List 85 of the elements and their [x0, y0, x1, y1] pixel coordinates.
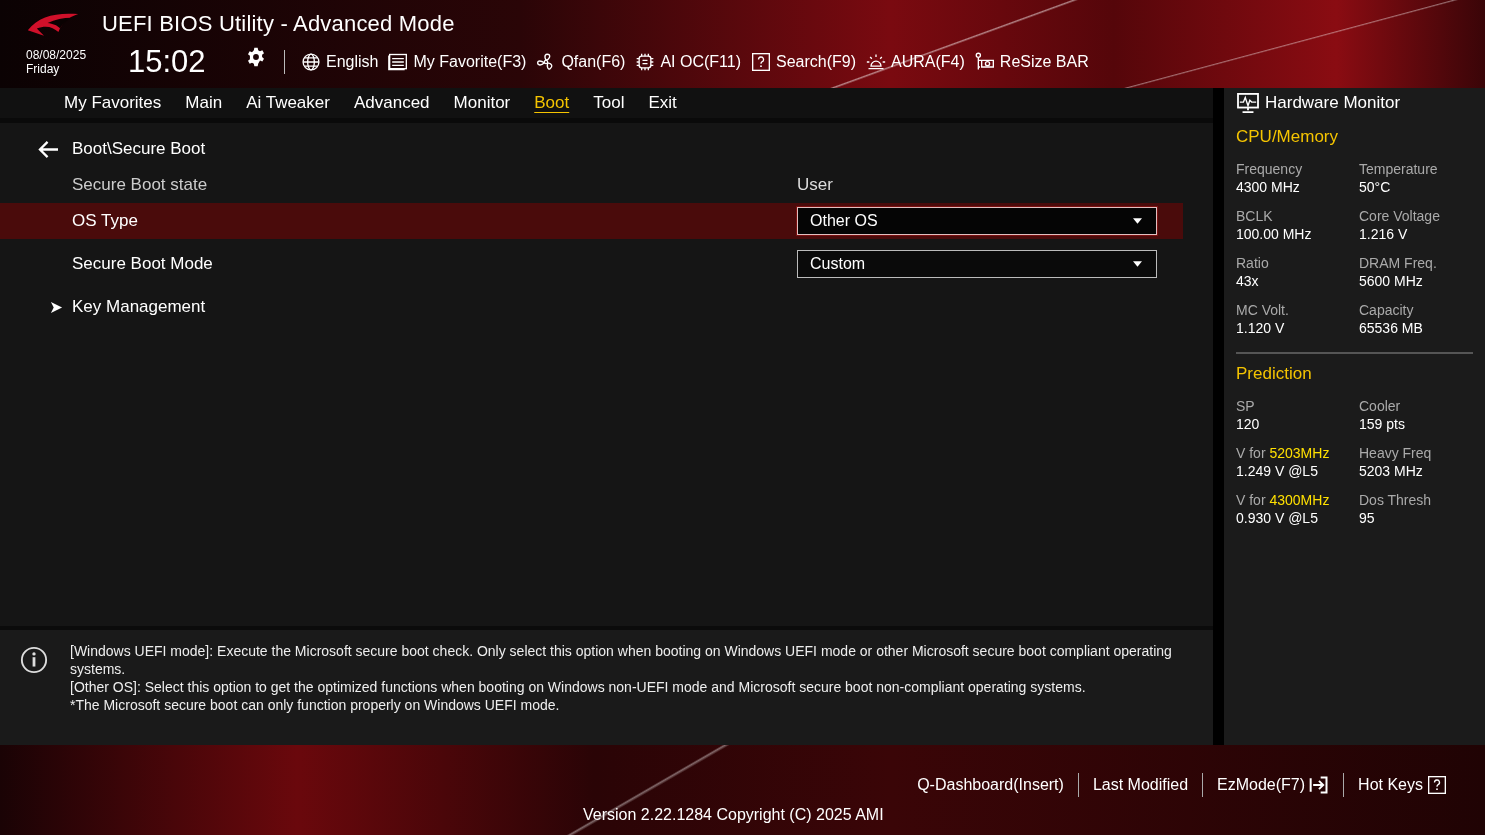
setting-label: Key Management	[72, 297, 207, 317]
chip-icon	[635, 52, 656, 72]
stat-value: 120	[1236, 416, 1261, 432]
section-title: Prediction	[1236, 364, 1313, 384]
question-icon	[751, 52, 771, 72]
stat-value: 65536 MB	[1359, 320, 1424, 336]
stat-value: 4300 MHz	[1236, 179, 1301, 195]
toolbar-button[interactable]: Search(F9)	[751, 52, 857, 72]
light-icon	[866, 52, 887, 72]
breadcrumb: Boot\Secure Boot	[72, 139, 206, 159]
stat-label: MC Volt.	[1236, 302, 1290, 318]
footer-button[interactable]: Last Modified	[1092, 776, 1189, 794]
stat-value: 1.120 V	[1236, 320, 1286, 336]
stat-value: 50°C	[1359, 179, 1392, 195]
list-icon	[388, 52, 409, 72]
toolbar-button[interactable]: English	[301, 52, 379, 72]
graphics-card-icon	[974, 52, 995, 72]
stat-value: 1.249 V @L5	[1236, 463, 1319, 479]
footer-button[interactable]: Hot Keys	[1358, 775, 1447, 795]
info-icon	[20, 646, 48, 674]
caret-icon	[1133, 261, 1142, 267]
stat-value: 1.216 V	[1359, 226, 1409, 242]
panel-title: Hardware Monitor	[1265, 93, 1401, 113]
dropdown-field[interactable]: Other OS	[797, 207, 1157, 235]
stat-label: V for 5203MHz	[1236, 445, 1331, 461]
section-title: CPU/Memory	[1236, 127, 1339, 147]
setting-label: Secure Boot Mode	[72, 254, 214, 274]
stat-label: BCLK	[1236, 208, 1274, 224]
menu-tab[interactable]: Advanced	[341, 90, 442, 116]
stat-label: Ratio	[1236, 255, 1270, 271]
chevron-icon	[50, 301, 63, 314]
stat-label: Capacity	[1359, 302, 1415, 318]
back-arrow-icon[interactable]	[37, 139, 60, 159]
setting-label: OS Type	[72, 211, 139, 231]
monitor-icon	[1237, 93, 1259, 113]
toolbar-button[interactable]: AURA(F4)	[866, 52, 965, 72]
menu-tab[interactable]: Main	[173, 90, 235, 116]
menu-tab[interactable]: Boot	[522, 90, 582, 116]
stat-label: Core Voltage	[1359, 208, 1441, 224]
setting-row[interactable]: Secure Boot Mode Custom	[0, 246, 1183, 282]
menu-tab[interactable]: Exit	[636, 90, 689, 116]
setting-label: Secure Boot state	[72, 175, 209, 195]
stat-value: 0.930 V @L5	[1236, 510, 1319, 526]
stat-label: DRAM Freq.	[1359, 255, 1438, 271]
stat-label: SP	[1236, 398, 1256, 414]
day-text: Friday	[26, 62, 61, 76]
toolbar-button[interactable]: AI OC(F11)	[635, 52, 741, 72]
toolbar-button[interactable]: ReSize BAR	[974, 52, 1089, 72]
stat-label: Cooler	[1359, 398, 1402, 414]
setting-value: User	[797, 175, 833, 195]
footer-button[interactable]: EzMode(F7)	[1217, 775, 1330, 795]
help-text: [Other OS]: Select this option to get the optimized functions when booting on Windows non-UEFI mode and Microsoft secure boot non-compliant operating systems.	[70, 678, 1087, 696]
dropdown-field[interactable]: Custom	[797, 250, 1157, 278]
clock-time: 15:02	[128, 44, 207, 80]
version-text: Version 2.22.1284 Copyright (C) 2025 AMI	[583, 806, 884, 824]
stat-value: 159 pts	[1359, 416, 1406, 432]
menu-tab[interactable]: Ai Tweaker	[234, 90, 342, 116]
stat-label: Dos Thresh	[1359, 492, 1433, 508]
question-icon	[1427, 775, 1447, 795]
menu-tab[interactable]: Tool	[581, 90, 637, 116]
footer-button[interactable]: Q-Dashboard(Insert)	[917, 776, 1064, 794]
date-text: 08/08/2025	[26, 48, 88, 62]
menu-tab[interactable]: My Favorites	[52, 90, 174, 116]
settings-icon[interactable]	[246, 47, 266, 67]
stat-label: Temperature	[1359, 161, 1439, 177]
stat-label: Heavy Freq	[1359, 445, 1433, 461]
toolbar-button[interactable]: My Favorite(F3)	[388, 52, 527, 72]
stat-value: 43x	[1236, 273, 1260, 289]
exit-icon	[1309, 775, 1330, 795]
menu-tab[interactable]: Monitor	[441, 90, 523, 116]
stat-value: 95	[1359, 510, 1376, 526]
setting-row[interactable]: Secure Boot state User	[0, 167, 1183, 203]
globe-icon	[301, 52, 321, 72]
help-text: [Windows UEFI mode]: Execute the Microsoft secure boot check. Only select this option when booting on Windows UEFI mode or other Microsoft secure boot compliant operating systems.	[70, 642, 1173, 678]
stat-label: V for 4300MHz	[1236, 492, 1331, 508]
window-title: UEFI BIOS Utility - Advanced Mode	[102, 11, 455, 37]
stat-value: 5600 MHz	[1359, 273, 1424, 289]
stat-value: 5203 MHz	[1359, 463, 1424, 479]
toolbar-button[interactable]: Qfan(F6)	[536, 52, 626, 72]
stat-label: Frequency	[1236, 161, 1304, 177]
stat-value: 100.00 MHz	[1236, 226, 1313, 242]
setting-row[interactable]: Key Management	[0, 289, 1183, 325]
caret-icon	[1133, 218, 1142, 224]
setting-row[interactable]: OS Type Other OS	[0, 203, 1183, 239]
help-text: *The Microsoft secure boot can only function properly on Windows UEFI mode.	[70, 696, 561, 714]
